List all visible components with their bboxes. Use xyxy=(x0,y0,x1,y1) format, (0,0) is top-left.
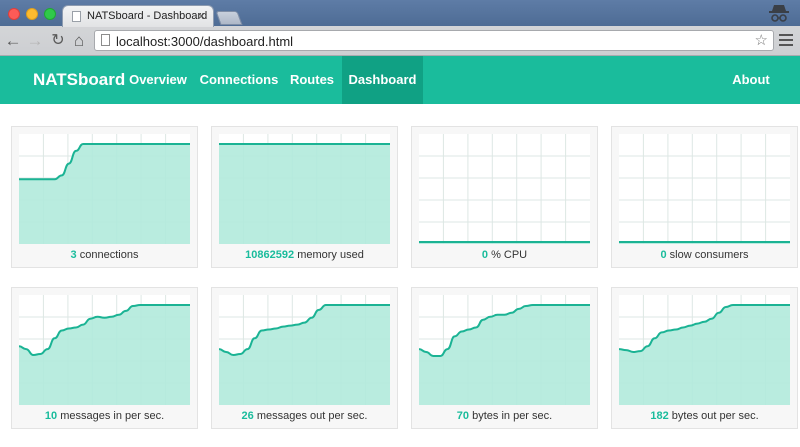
cpu-chart xyxy=(419,134,590,244)
metric-label: 0 slow consumers xyxy=(612,249,797,261)
chart-background xyxy=(619,134,790,244)
nav-dashboard[interactable]: Dashboard xyxy=(342,56,423,104)
messages-out-chart xyxy=(219,295,390,405)
app-navbar: NATSboard Overview Connections Routes Da… xyxy=(0,56,800,104)
metric-card-slow-consumers: 0 slow consumers xyxy=(611,126,798,268)
browser-tab[interactable]: NATSboard - Dashboard × xyxy=(62,5,214,27)
metric-card-bytes-in: 70 bytes in per sec. xyxy=(411,287,598,429)
metric-unit: % CPU xyxy=(491,249,528,261)
forward-arrow-icon[interactable]: → xyxy=(26,31,44,51)
messages-in-chart xyxy=(19,295,190,405)
nav-overview[interactable]: Overview xyxy=(122,56,194,104)
browser-chrome: NATSboard - Dashboard × ← → ↻ ⌂ localhos… xyxy=(0,0,800,56)
metric-unit: bytes in per sec. xyxy=(472,410,553,422)
metric-card-bytes-out: 182 bytes out per sec. xyxy=(611,287,798,429)
metric-card-connections: 3 connections xyxy=(11,126,198,268)
browser-toolbar: ← → ↻ ⌂ localhost:3000/dashboard.html ☆ xyxy=(0,26,800,56)
metric-label: 26 messages out per sec. xyxy=(212,410,397,422)
metric-value: 0 xyxy=(660,249,667,261)
chart-background xyxy=(419,134,590,244)
metric-card-cpu: 0 % CPU xyxy=(411,126,598,268)
incognito-icon[interactable] xyxy=(768,3,790,23)
maximize-window-button[interactable] xyxy=(44,8,56,20)
metric-label: 182 bytes out per sec. xyxy=(612,410,797,422)
metric-label: 10 messages in per sec. xyxy=(12,410,197,422)
metric-card-memory: 10862592 memory used xyxy=(211,126,398,268)
metric-value: 26 xyxy=(241,410,254,422)
menu-icon[interactable] xyxy=(779,34,793,47)
home-icon[interactable]: ⌂ xyxy=(70,31,88,51)
memory-chart xyxy=(219,134,390,244)
metric-card-messages-out: 26 messages out per sec. xyxy=(211,287,398,429)
metric-unit: bytes out per sec. xyxy=(671,410,759,422)
back-arrow-icon[interactable]: ← xyxy=(4,31,22,51)
minimize-window-button[interactable] xyxy=(26,8,38,20)
metric-value: 10 xyxy=(44,410,58,422)
reload-icon[interactable]: ↻ xyxy=(49,31,67,51)
nav-connections[interactable]: Connections xyxy=(196,56,282,104)
metric-label: 0 % CPU xyxy=(412,249,597,261)
metric-card-messages-in: 10 messages in per sec. xyxy=(11,287,198,429)
brand-logo[interactable]: NATSboard xyxy=(33,56,125,104)
series-area xyxy=(219,144,390,244)
new-tab-button[interactable] xyxy=(215,11,243,25)
metric-value: 182 xyxy=(650,410,669,422)
metric-unit: slow consumers xyxy=(669,249,749,261)
metric-value: 0 xyxy=(481,249,488,261)
metric-unit: connections xyxy=(79,249,139,261)
metric-label: 10862592 memory used xyxy=(212,249,397,261)
favicon-icon xyxy=(72,11,81,22)
metric-unit: messages out per sec. xyxy=(256,410,368,422)
tab-strip: NATSboard - Dashboard × xyxy=(0,0,800,27)
address-bar[interactable]: localhost:3000/dashboard.html ☆ xyxy=(94,30,774,51)
close-window-button[interactable] xyxy=(8,8,20,20)
metric-unit: messages in per sec. xyxy=(60,410,165,422)
metric-label: 3 connections xyxy=(12,249,197,261)
nav-about[interactable]: About xyxy=(726,56,776,104)
metric-value: 10862592 xyxy=(245,249,295,261)
metric-label: 70 bytes in per sec. xyxy=(412,410,597,422)
star-icon[interactable]: ☆ xyxy=(755,31,768,50)
metric-value: 3 xyxy=(70,249,77,261)
bytes-in-chart xyxy=(419,295,590,405)
metric-value: 70 xyxy=(456,410,470,422)
tab-title: NATSboard - Dashboard xyxy=(87,10,208,22)
metric-unit: memory used xyxy=(297,249,364,261)
page-icon xyxy=(101,34,110,46)
tab-close-icon[interactable]: × xyxy=(198,9,205,23)
connections-chart xyxy=(19,134,190,244)
slow-consumers-chart xyxy=(619,134,790,244)
url-text[interactable]: localhost:3000/dashboard.html xyxy=(116,34,293,49)
nav-routes[interactable]: Routes xyxy=(284,56,340,104)
bytes-out-chart xyxy=(619,295,790,405)
